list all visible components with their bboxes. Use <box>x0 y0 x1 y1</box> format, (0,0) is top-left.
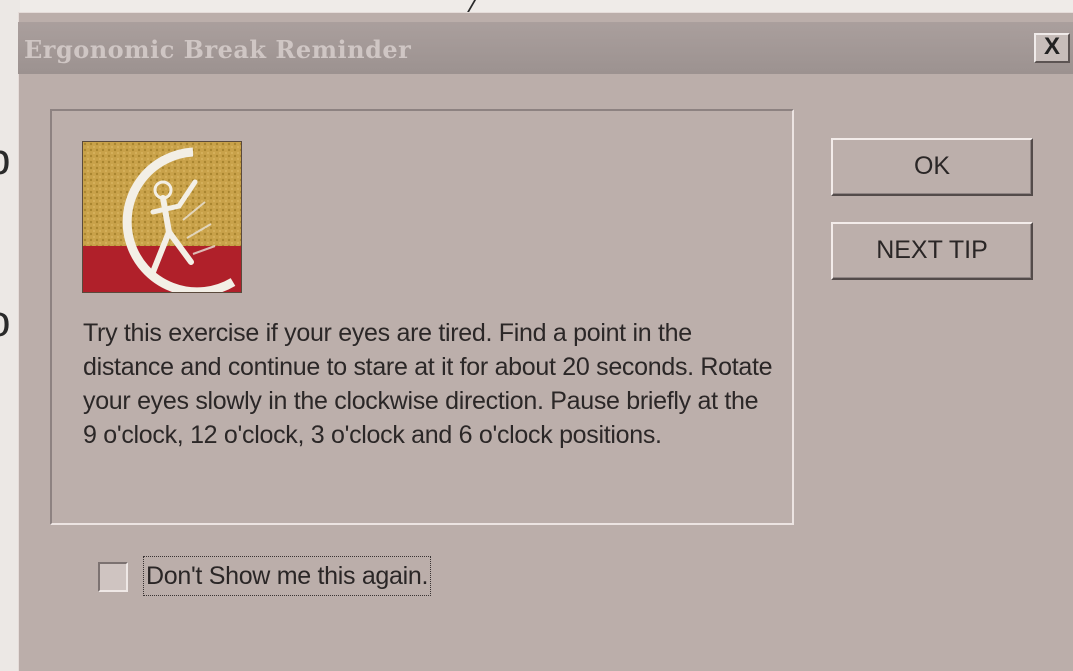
desktop-background-top <box>0 0 1073 12</box>
background-glyph: p <box>0 138 10 182</box>
ok-button[interactable]: OK <box>831 138 1033 196</box>
title-bar[interactable]: Ergonomic Break Reminder X <box>18 22 1073 74</box>
desktop-background-left: p o <box>0 0 20 671</box>
stretching-figure-logo-icon <box>82 141 242 293</box>
ergonomic-break-reminder-dialog: Ergonomic Break Reminder X Try this exer… <box>18 12 1073 671</box>
dont-show-again-label[interactable]: Don't Show me this again. <box>143 556 432 596</box>
dont-show-again-checkbox[interactable] <box>98 562 128 592</box>
next-tip-button[interactable]: NEXT TIP <box>831 222 1033 280</box>
window-title: Ergonomic Break Reminder <box>24 35 412 64</box>
tip-panel: Try this exercise if your eyes are tired… <box>50 109 794 525</box>
close-icon: X <box>1043 33 1060 60</box>
tip-text: Try this exercise if your eyes are tired… <box>83 319 773 449</box>
close-button[interactable]: X <box>1034 33 1070 63</box>
background-glyph: o <box>0 300 10 344</box>
